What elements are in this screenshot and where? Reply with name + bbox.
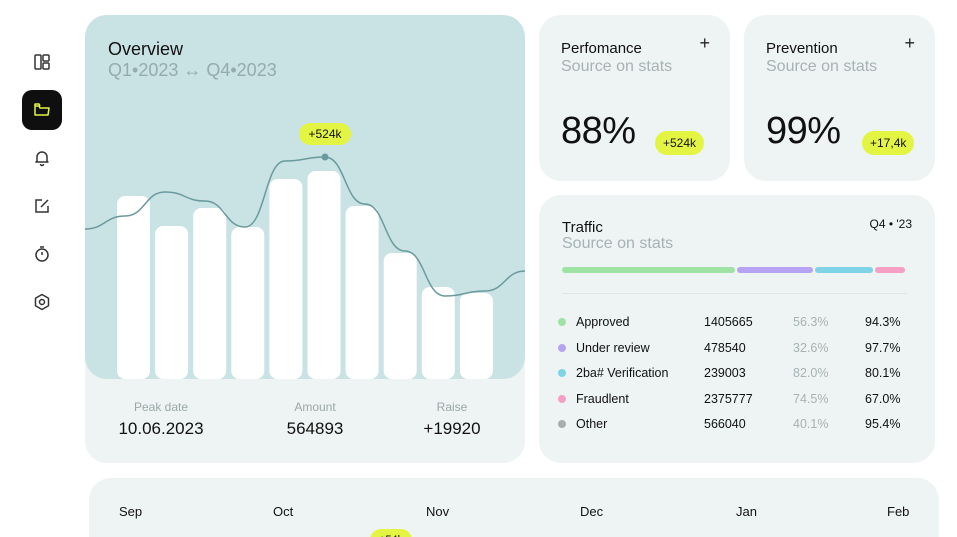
traffic-row-name: Under review <box>576 340 650 355</box>
chart-bar[interactable] <box>193 208 227 379</box>
sidebar-item-dashboard[interactable] <box>22 42 62 82</box>
traffic-bar-segment <box>562 267 735 273</box>
traffic-row[interactable]: Other 566040 40.1% 95.4% <box>558 414 918 434</box>
sidebar-item-settings[interactable] <box>22 282 62 322</box>
traffic-row-count: 239003 <box>704 366 746 380</box>
chart-bar[interactable] <box>307 171 341 379</box>
divider <box>562 293 907 294</box>
traffic-row-percent: 32.6% <box>793 340 829 355</box>
overview-chart-panel: +524k Overview Q1•2023 ↔ Q4•2023 <box>85 15 525 379</box>
traffic-period[interactable]: Q4 • '23 <box>869 217 912 231</box>
status-dot <box>558 394 566 403</box>
traffic-row-count: 566040 <box>704 417 746 431</box>
timeline-card: Sep Oct Nov Dec Jan Feb +54k <box>89 478 939 537</box>
traffic-row-percent: 56.3% <box>793 315 829 329</box>
performance-subtitle: Source on stats <box>561 58 673 75</box>
bell-icon <box>35 151 49 167</box>
traffic-bar-segment <box>736 267 813 273</box>
traffic-bar-segment <box>874 267 905 273</box>
amount-stat: Amount 564893 <box>245 400 385 439</box>
traffic-row-rate: 80.1% <box>865 366 901 380</box>
overview-title: Overview <box>108 39 184 59</box>
peak-date-value: 10.06.2023 <box>118 419 204 438</box>
peak-date-label: Peak date <box>133 400 189 414</box>
sidebar-item-timer[interactable] <box>22 234 62 274</box>
peak-date-stat: Peak date 10.06.2023 <box>91 400 231 439</box>
performance-value: 88% <box>561 110 636 152</box>
traffic-row-percent: 74.5% <box>793 391 829 406</box>
traffic-bar-segment <box>814 267 873 273</box>
traffic-row[interactable]: Approved 1405665 56.3% 94.3% <box>558 312 918 332</box>
chart-bar[interactable] <box>269 179 303 379</box>
traffic-row-count: 478540 <box>704 340 746 355</box>
status-dot <box>558 369 566 377</box>
traffic-row[interactable]: Fraudlent 2375777 74.5% 67.0% <box>558 389 918 409</box>
traffic-subtitle: Source on stats <box>562 235 674 252</box>
overview-subtitle: Q1•2023 ↔ Q4•2023 <box>108 60 277 80</box>
chart-bar[interactable] <box>345 206 379 379</box>
month-label: Feb <box>887 504 910 519</box>
traffic-row-name: Approved <box>576 315 630 329</box>
performance-title: Perfomance <box>561 40 642 57</box>
overview-card: +524k Overview Q1•2023 ↔ Q4•2023 Peak da… <box>85 15 525 463</box>
amount-value: 564893 <box>286 419 344 438</box>
traffic-row-rate: 97.7% <box>865 340 901 355</box>
edit-icon <box>35 199 49 213</box>
chart-peak-point[interactable] <box>321 153 329 161</box>
traffic-row-count: 2375777 <box>704 391 753 406</box>
traffic-row-rate: 95.4% <box>865 417 901 431</box>
chart-bar[interactable] <box>459 293 493 379</box>
performance-badge: +524k <box>655 131 705 155</box>
sidebar-item-folder[interactable] <box>22 90 62 130</box>
traffic-row-name: Other <box>576 417 608 431</box>
traffic-title: Traffic <box>562 219 603 236</box>
month-label: Oct <box>273 504 294 519</box>
prevention-title: Prevention <box>766 40 838 57</box>
prevention-subtitle: Source on stats <box>766 58 878 75</box>
prevention-card: Prevention Source on stats + 99% +17,4k <box>744 15 935 181</box>
prevention-add-button[interactable]: + <box>904 33 915 54</box>
traffic-card: Traffic Source on stats Q4 • '23 Approve… <box>539 195 935 463</box>
status-dot <box>558 318 566 326</box>
chart-bar[interactable] <box>117 196 150 379</box>
raise-stat: Raise +19920 <box>382 400 522 439</box>
prevention-value: 99% <box>766 110 841 152</box>
chart-peak-badge: +524k <box>299 123 351 145</box>
traffic-row-percent: 40.1% <box>793 417 829 431</box>
month-label: Sep <box>119 504 143 519</box>
traffic-row-name: 2ba# Verification <box>576 366 669 380</box>
month-label: Nov <box>426 504 450 519</box>
settings-icon <box>34 293 50 311</box>
traffic-row-percent: 82.0% <box>793 366 829 380</box>
svg-text:+524k: +524k <box>308 127 342 141</box>
performance-card: Perfomance Source on stats + 88% +524k <box>539 15 730 181</box>
timeline-badge: +54k <box>370 529 412 537</box>
chart-trend-line <box>85 156 525 297</box>
month-label: Jan <box>736 504 757 519</box>
raise-value: +19920 <box>423 419 481 438</box>
timer-icon <box>35 246 49 262</box>
overview-stats: Peak date 10.06.2023 Amount 564893 Raise… <box>85 400 525 450</box>
chart-bar[interactable] <box>383 253 417 379</box>
amount-label: Amount <box>294 400 336 414</box>
traffic-row[interactable]: 2ba# Verification 239003 82.0% 80.1% <box>558 363 918 383</box>
chart-bar[interactable] <box>421 287 455 379</box>
traffic-row-rate: 94.3% <box>865 315 901 329</box>
month-label: Dec <box>580 504 604 519</box>
sidebar-item-notifications[interactable] <box>22 138 62 178</box>
prevention-badge: +17,4k <box>862 131 915 155</box>
folder-icon <box>34 103 50 116</box>
raise-label: Raise <box>436 400 468 414</box>
chart-bar[interactable] <box>155 226 189 379</box>
dashboard-icon <box>34 54 50 70</box>
status-dot <box>558 343 566 352</box>
performance-add-button[interactable]: + <box>699 33 710 54</box>
traffic-row[interactable]: Under review 478540 32.6% 97.7% <box>558 338 918 358</box>
sidebar-item-edit[interactable] <box>22 186 62 226</box>
status-dot <box>558 420 566 428</box>
chart-bar[interactable] <box>231 227 265 379</box>
traffic-row-rate: 67.0% <box>865 391 901 406</box>
traffic-row-count: 1405665 <box>704 315 753 329</box>
traffic-row-name: Fraudlent <box>576 391 629 406</box>
